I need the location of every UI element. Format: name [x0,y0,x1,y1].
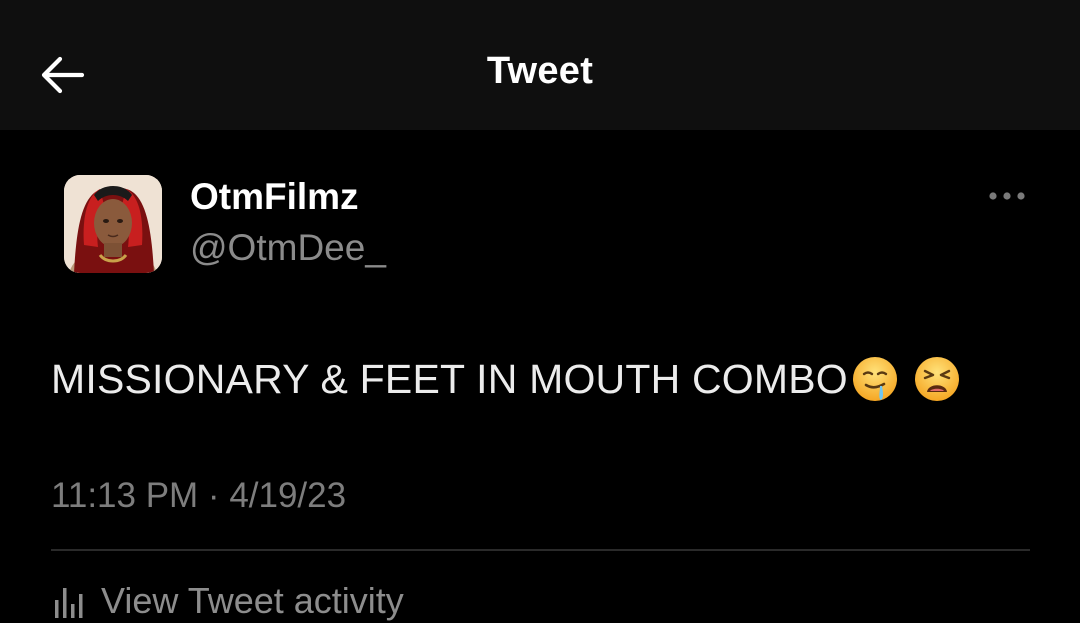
weary-face-emoji [912,354,962,404]
top-navigation-bar: Tweet [0,0,1080,130]
author-handle[interactable]: @OtmDee_ [190,227,386,269]
author-display-name[interactable]: OtmFilmz [190,176,359,218]
more-options-button[interactable] [984,182,1030,210]
tweet-body: MISSIONARY & FEET IN MOUTH COMBO [51,353,962,405]
avatar[interactable] [64,175,162,273]
divider [51,549,1030,551]
tweet-text: MISSIONARY & FEET IN MOUTH COMBO [51,355,848,402]
drooling-face-emoji [850,354,900,404]
view-tweet-activity-label: View Tweet activity [101,579,404,621]
tweet-timestamp: 11:13 PM · 4/19/23 [51,476,347,515]
view-tweet-activity-link[interactable]: View Tweet activity [51,578,404,623]
page-title: Tweet [486,50,594,92]
more-horizontal-icon [984,192,1030,214]
bar-chart-icon [51,578,87,623]
